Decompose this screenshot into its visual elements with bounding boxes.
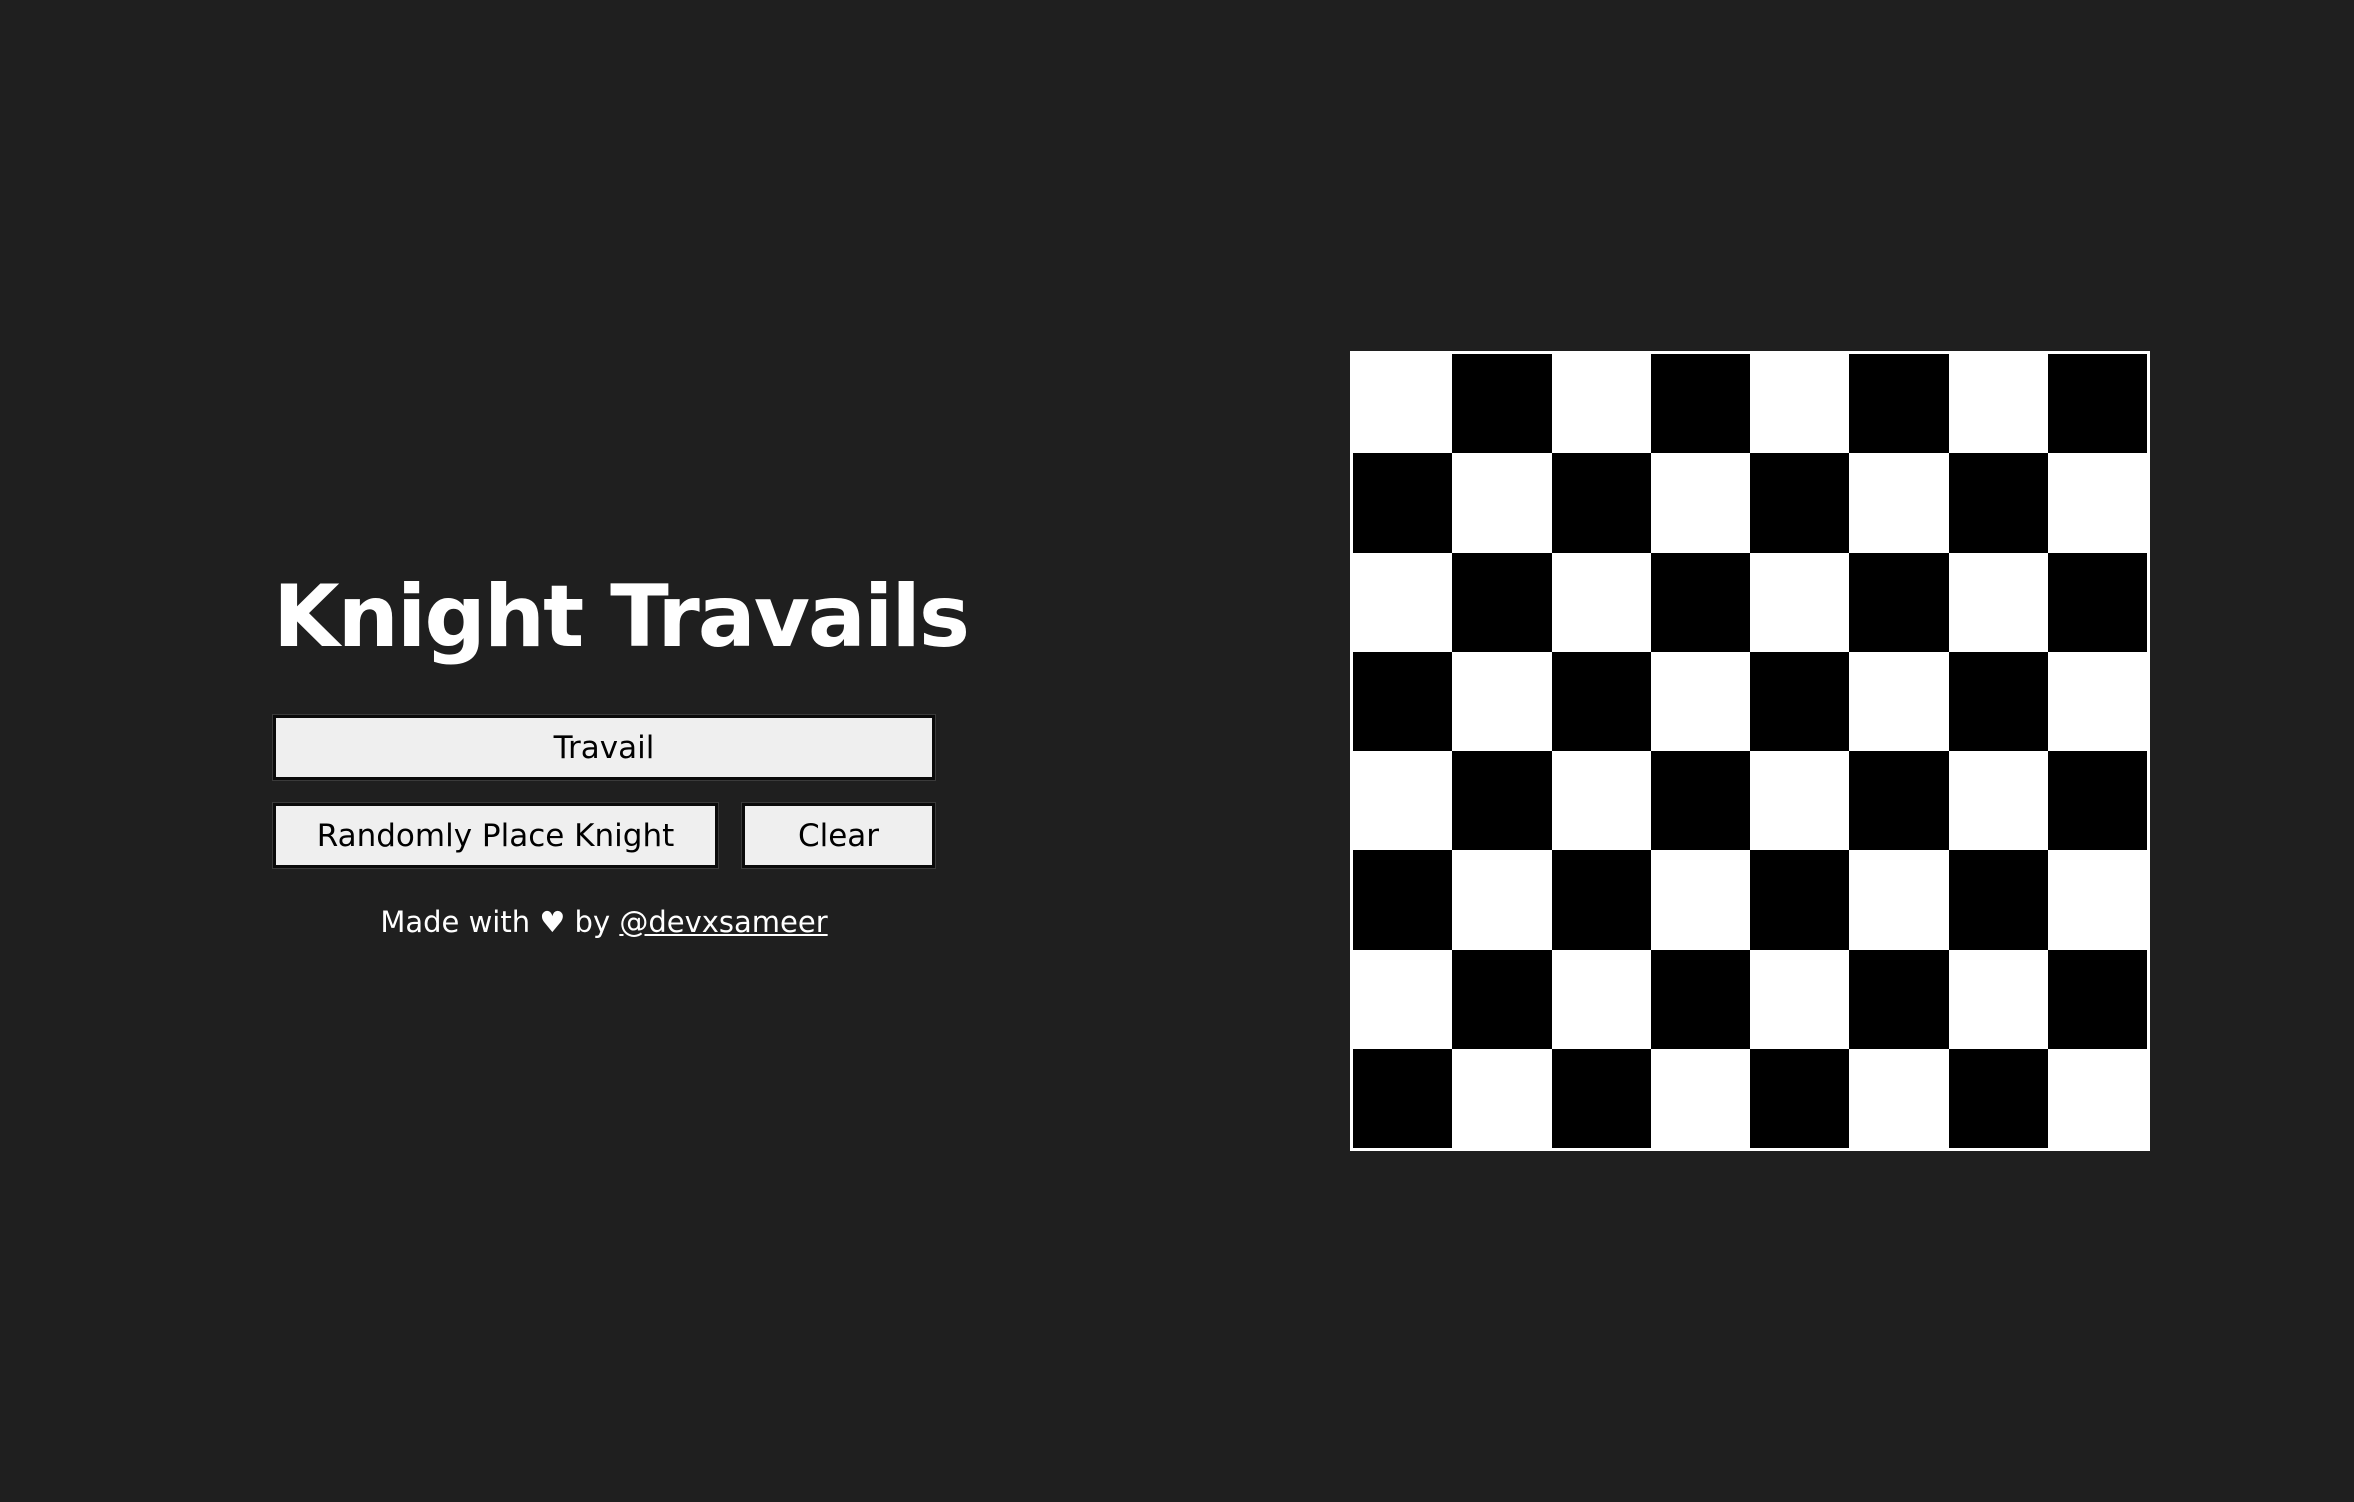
board-square[interactable] <box>1551 651 1651 751</box>
board-square[interactable] <box>2047 1048 2147 1148</box>
board-square[interactable] <box>1353 453 1453 553</box>
board-square[interactable] <box>1948 751 2048 851</box>
board-square[interactable] <box>1750 354 1850 454</box>
board-square[interactable] <box>1849 552 1949 652</box>
board-square[interactable] <box>1948 949 2048 1049</box>
board-square[interactable] <box>1650 1048 1750 1148</box>
board-square[interactable] <box>1353 751 1453 851</box>
board-square[interactable] <box>1551 850 1651 950</box>
board-square[interactable] <box>1650 850 1750 950</box>
page-title: Knight Travails <box>273 567 970 667</box>
board-square[interactable] <box>1948 354 2048 454</box>
board-square[interactable] <box>1650 552 1750 652</box>
board-square[interactable] <box>1750 949 1850 1049</box>
board-square[interactable] <box>1353 552 1453 652</box>
board-square[interactable] <box>1353 1048 1453 1148</box>
board-square[interactable] <box>1452 453 1552 553</box>
author-link[interactable]: @devxsameer <box>619 905 827 939</box>
board-square[interactable] <box>1551 1048 1651 1148</box>
controls-panel: Knight Travails Travail Randomly Place K… <box>273 560 970 939</box>
board-square[interactable] <box>1551 751 1651 851</box>
board-square[interactable] <box>1452 949 1552 1049</box>
board-square[interactable] <box>1551 453 1651 553</box>
board-square[interactable] <box>1353 651 1453 751</box>
board-square[interactable] <box>1452 751 1552 851</box>
board-square[interactable] <box>1849 651 1949 751</box>
board-square[interactable] <box>1650 949 1750 1049</box>
randomly-place-knight-button[interactable]: Randomly Place Knight <box>273 803 718 868</box>
board-square[interactable] <box>1353 850 1453 950</box>
board-square[interactable] <box>1849 949 1949 1049</box>
board-square[interactable] <box>1849 1048 1949 1148</box>
clear-button[interactable]: Clear <box>742 803 935 868</box>
board-square[interactable] <box>1948 1048 2048 1148</box>
board-square[interactable] <box>1948 651 2048 751</box>
board-square[interactable] <box>2047 751 2147 851</box>
board-square[interactable] <box>1948 850 2048 950</box>
board-square[interactable] <box>1551 354 1651 454</box>
board-square[interactable] <box>1452 552 1552 652</box>
board-square[interactable] <box>2047 850 2147 950</box>
board-square[interactable] <box>1948 552 2048 652</box>
board-square[interactable] <box>1849 850 1949 950</box>
footer-credit: Made with ♥ by @devxsameer <box>273 905 935 939</box>
board-square[interactable] <box>1750 453 1850 553</box>
board-square[interactable] <box>1750 850 1850 950</box>
board-square[interactable] <box>1353 949 1453 1049</box>
board-square[interactable] <box>1551 949 1651 1049</box>
board-square[interactable] <box>1650 651 1750 751</box>
board-square[interactable] <box>1452 354 1552 454</box>
board-square[interactable] <box>1353 354 1453 454</box>
board-square[interactable] <box>2047 354 2147 454</box>
travail-button[interactable]: Travail <box>273 715 935 780</box>
board-square[interactable] <box>1452 1048 1552 1148</box>
board-square[interactable] <box>1452 850 1552 950</box>
footer-text: Made with ♥ by <box>380 905 620 939</box>
board-square[interactable] <box>1948 453 2048 553</box>
board-square[interactable] <box>1750 552 1850 652</box>
board-square[interactable] <box>2047 949 2147 1049</box>
board-square[interactable] <box>2047 651 2147 751</box>
board-square[interactable] <box>2047 552 2147 652</box>
board-square[interactable] <box>1750 1048 1850 1148</box>
board-square[interactable] <box>1551 552 1651 652</box>
board-square[interactable] <box>1650 354 1750 454</box>
board-square[interactable] <box>1849 354 1949 454</box>
board-square[interactable] <box>1849 751 1949 851</box>
board-square[interactable] <box>2047 453 2147 553</box>
board-square[interactable] <box>1750 651 1850 751</box>
board-square[interactable] <box>1650 453 1750 553</box>
app-page: Knight Travails Travail Randomly Place K… <box>0 0 2354 1502</box>
chess-board[interactable] <box>1350 351 2150 1151</box>
board-square[interactable] <box>1849 453 1949 553</box>
board-square[interactable] <box>1750 751 1850 851</box>
board-square[interactable] <box>1452 651 1552 751</box>
board-square[interactable] <box>1650 751 1750 851</box>
